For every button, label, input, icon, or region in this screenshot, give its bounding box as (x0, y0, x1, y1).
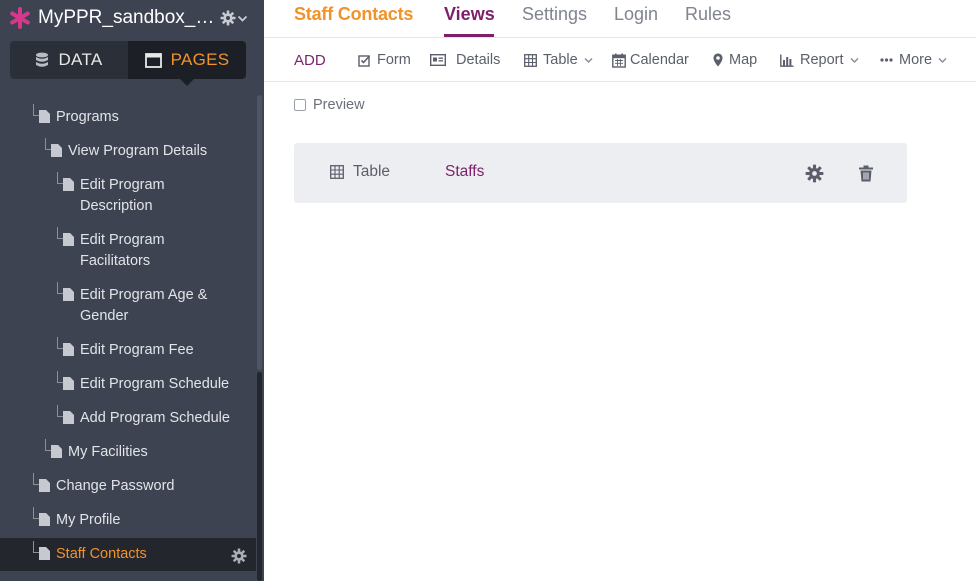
asterisk-logo-icon (10, 7, 30, 29)
tree-item-change-password[interactable]: Change Password (56, 476, 175, 497)
page-icon (63, 178, 74, 191)
tree-item-edit-program-age-gender[interactable]: Edit Program Age & Gender (80, 285, 207, 327)
tab-views[interactable]: Views (444, 4, 495, 25)
tab-pages[interactable]: PAGES (128, 41, 246, 86)
page-icon (63, 288, 74, 301)
gear-icon[interactable] (220, 10, 236, 26)
app-name[interactable]: MyPPR_sandbox_20.. (38, 6, 218, 30)
add-calendar-button[interactable]: Calendar (612, 52, 689, 68)
preview-label: Preview (313, 97, 365, 113)
calendar-label: Calendar (630, 52, 689, 68)
map-label: Map (729, 52, 758, 68)
preview-checkbox[interactable] (294, 99, 306, 111)
page-icon (39, 479, 50, 492)
page-icon (63, 411, 74, 424)
page-icon (39, 110, 50, 123)
app-header: MyPPR_sandbox_20.. (0, 0, 264, 38)
bar-chart-icon (780, 54, 794, 67)
trash-icon[interactable] (858, 165, 874, 182)
form-label: Form (377, 52, 411, 68)
view-source-link[interactable]: Staffs (445, 163, 484, 181)
add-report-dropdown[interactable]: Report (780, 52, 859, 68)
tree-item-view-program-details[interactable]: View Program Details (68, 141, 207, 162)
details-label: Details (456, 52, 501, 68)
chevron-down-icon (850, 57, 859, 63)
map-pin-icon (713, 53, 723, 67)
add-label: ADD (294, 52, 326, 69)
more-views-dropdown[interactable]: More (880, 52, 947, 68)
sidebar: MyPPR_sandbox_20.. DATA PAGES Programs V… (0, 0, 264, 581)
page-icon (51, 144, 62, 157)
tab-pages-label: PAGES (170, 50, 230, 69)
more-label: More (899, 52, 933, 68)
chevron-down-icon[interactable] (237, 13, 248, 24)
page-icon (63, 233, 74, 246)
add-form-button[interactable]: Form (358, 52, 411, 68)
add-details-button[interactable]: Details (430, 52, 500, 68)
tab-settings[interactable]: Settings (522, 4, 587, 25)
tab-rules[interactable]: Rules (685, 4, 731, 25)
window-icon (144, 52, 162, 68)
sidebar-scrollbar-track (257, 95, 262, 370)
gear-icon[interactable] (805, 164, 824, 183)
view-card[interactable]: Table Staffs (294, 143, 907, 203)
gear-icon[interactable] (231, 548, 247, 564)
add-map-button[interactable]: Map (713, 52, 757, 68)
database-icon (36, 52, 49, 67)
sidebar-scrollbar-thumb[interactable] (257, 372, 262, 581)
calendar-icon (612, 53, 626, 68)
tree-item-staff-contacts[interactable]: Staff Contacts (56, 544, 147, 565)
tree-item-edit-program-fee[interactable]: Edit Program Fee (80, 340, 194, 361)
tree-item-my-profile[interactable]: My Profile (56, 510, 120, 531)
page-icon (51, 445, 62, 458)
more-dots-icon (880, 58, 893, 62)
add-view-toolbar: ADD Form Details Table Calendar Map Repo… (264, 38, 976, 82)
view-type: Table (330, 163, 390, 181)
tree-item-add-program-schedule[interactable]: Add Program Schedule (80, 408, 230, 429)
tree-item-programs[interactable]: Programs (56, 107, 119, 128)
table-icon (524, 53, 537, 67)
active-tab-indicator (444, 34, 494, 37)
add-table-dropdown[interactable]: Table (524, 52, 593, 68)
page-header: Staff Contacts Views Settings Login Rule… (264, 0, 976, 38)
chevron-down-icon (938, 57, 947, 63)
chevron-down-icon (584, 57, 593, 63)
tab-data-label: DATA (58, 50, 103, 69)
tab-data[interactable]: DATA (10, 41, 128, 79)
form-icon (358, 54, 371, 67)
tree-item-edit-program-facilitators[interactable]: Edit Program Facilitators (80, 230, 165, 272)
tree-item-my-facilities[interactable]: My Facilities (68, 442, 148, 463)
page-icon (39, 513, 50, 526)
details-icon (430, 54, 446, 66)
tree-item-edit-program-description[interactable]: Edit Program Description (80, 175, 165, 217)
page-title: Staff Contacts (294, 4, 414, 24)
page-icon (63, 377, 74, 390)
tree-item-edit-program-schedule[interactable]: Edit Program Schedule (80, 374, 229, 395)
sidebar-segmented-control: DATA PAGES (10, 41, 246, 86)
view-type-label: Table (353, 163, 391, 180)
table-icon (330, 165, 344, 179)
preview-toggle: Preview (294, 97, 365, 113)
page-icon (63, 343, 74, 356)
tab-login[interactable]: Login (614, 4, 658, 25)
page-icon (39, 547, 50, 560)
report-label: Report (800, 52, 844, 68)
table-label: Table (543, 52, 578, 68)
